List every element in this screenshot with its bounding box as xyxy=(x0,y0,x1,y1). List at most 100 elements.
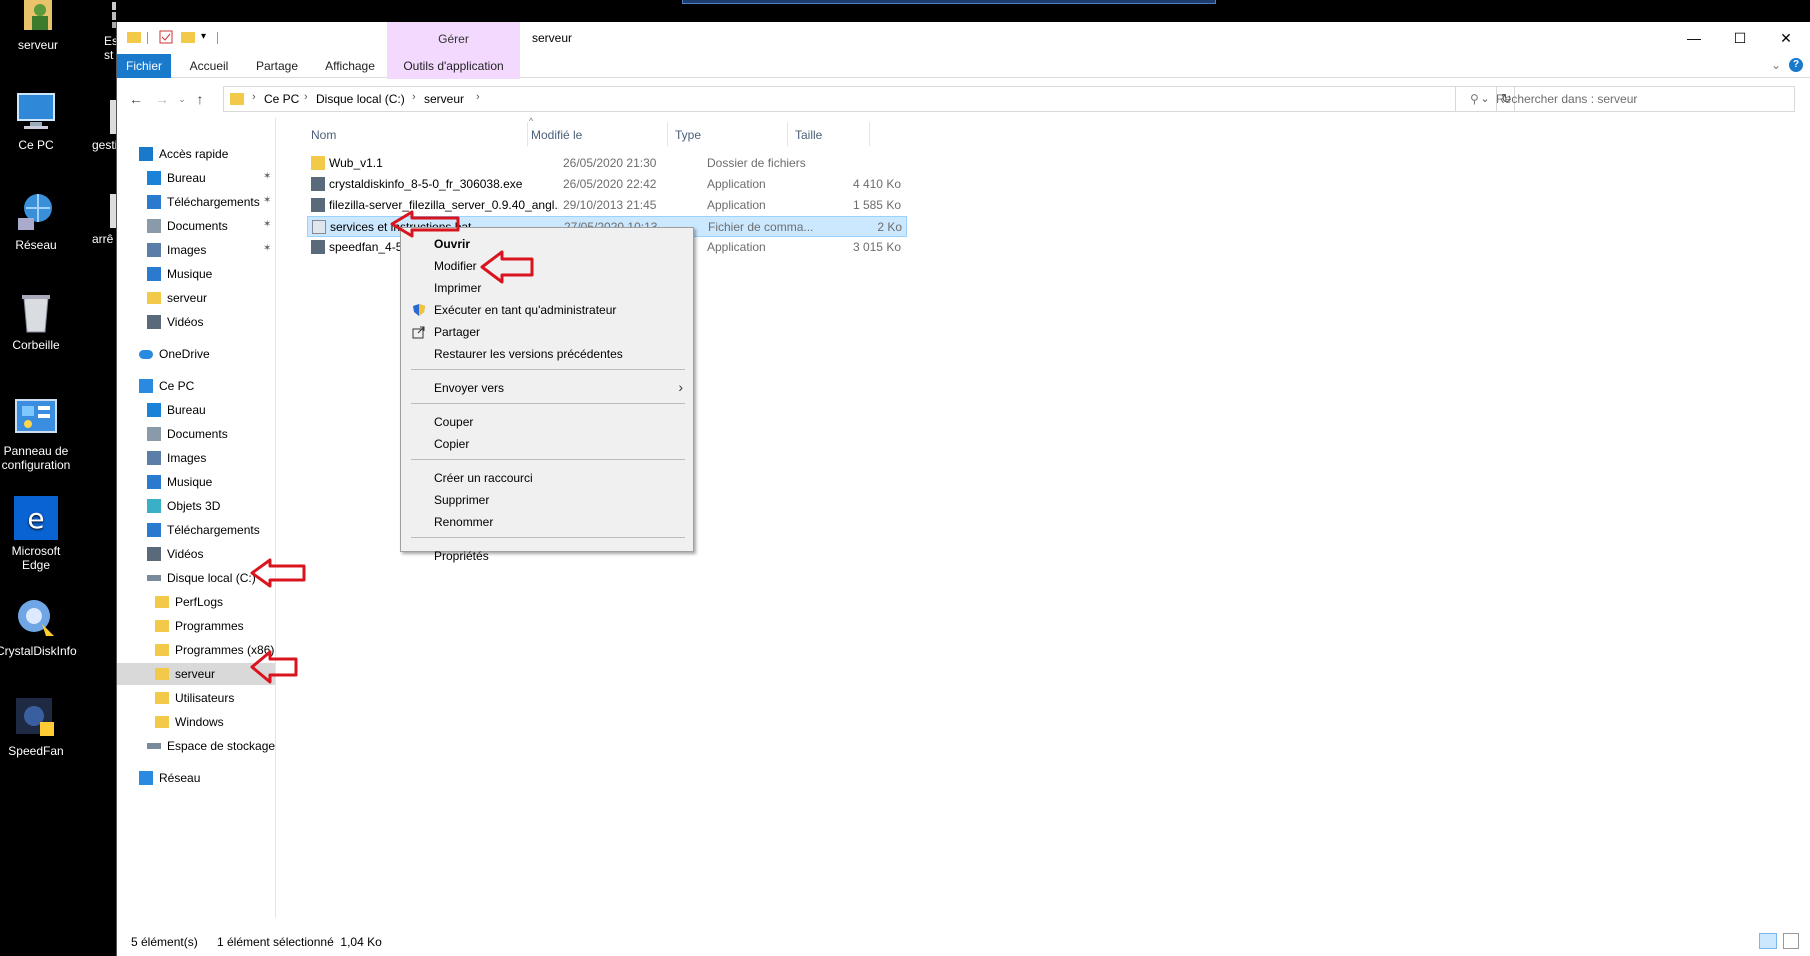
maximize-button[interactable]: ☐ xyxy=(1717,22,1763,54)
desktop-icon-speedfan[interactable]: SpeedFan xyxy=(0,696,76,758)
desktop-label: Corbeille xyxy=(12,338,60,352)
nav-item[interactable]: Windows xyxy=(117,711,275,733)
desktop-icon-crystaldiskinfo[interactable]: CrystalDiskInfo xyxy=(0,596,77,658)
title-bar: ▾ Gérer serveur — ☐ ✕ xyxy=(117,22,1810,79)
star-icon xyxy=(139,147,153,161)
context-menu-item[interactable]: Exécuter en tant qu'administrateur xyxy=(401,299,693,321)
videos-icon xyxy=(147,547,161,561)
column-header-taille[interactable]: Taille xyxy=(795,128,822,142)
help-icon[interactable]: ? xyxy=(1789,58,1803,72)
context-menu-item[interactable]: Couper xyxy=(401,411,693,433)
nav-item[interactable]: Utilisateurs xyxy=(117,687,275,709)
nav-item[interactable]: Vidéos xyxy=(117,311,275,333)
context-menu-item[interactable]: Renommer xyxy=(401,511,693,533)
up-button[interactable]: ↑ xyxy=(189,88,211,110)
desktop-icon-corbeille[interactable]: Corbeille xyxy=(0,290,76,352)
desktop-icon-partial-1[interactable]: Es st xyxy=(68,0,116,62)
nav-item[interactable]: Téléchargements ✶ xyxy=(117,191,275,213)
file-row[interactable]: Wub_v1.1 26/05/2020 21:30 Dossier de fichi… xyxy=(307,153,907,174)
nav-item[interactable]: Accès rapide xyxy=(117,143,275,165)
folder-icon xyxy=(127,30,141,44)
tab-outils-application[interactable]: Outils d'application xyxy=(387,54,520,78)
column-divider[interactable] xyxy=(667,122,668,146)
nav-item[interactable]: Espace de stockage xyxy=(117,735,275,757)
exe-icon xyxy=(311,198,325,212)
nav-item[interactable]: Documents ✶ xyxy=(117,215,275,237)
forward-button[interactable]: → xyxy=(151,88,173,110)
pane-divider[interactable] xyxy=(275,118,276,918)
desktop-icon-reseau[interactable]: Réseau xyxy=(0,190,76,252)
back-button[interactable]: ← xyxy=(125,88,147,110)
tab-affichage[interactable]: Affichage xyxy=(313,54,387,78)
nav-item[interactable]: Musique xyxy=(117,263,275,285)
context-menu-item[interactable]: Copier xyxy=(401,433,693,455)
user-folder-icon xyxy=(16,0,60,34)
nav-item-label: Bureau xyxy=(167,171,206,185)
nav-item[interactable]: Programmes xyxy=(117,615,275,637)
folder-icon xyxy=(155,716,169,728)
context-menu-item[interactable]: Créer un raccourci xyxy=(401,467,693,489)
tab-partage[interactable]: Partage xyxy=(245,54,309,78)
desktop-icon xyxy=(147,403,161,417)
context-menu-item[interactable]: Envoyer vers › xyxy=(401,377,693,399)
search-input[interactable]: ⚲ Rechercher dans : serveur xyxy=(1455,86,1795,112)
context-menu-label: Restaurer les versions précédentes xyxy=(434,347,623,361)
search-placeholder: Rechercher dans : serveur xyxy=(1496,92,1638,106)
nav-item[interactable]: Réseau xyxy=(117,767,275,789)
column-divider[interactable] xyxy=(869,122,870,146)
desktop-icon-serveur[interactable]: serveur xyxy=(0,0,78,52)
column-divider[interactable] xyxy=(527,122,528,146)
nav-item[interactable]: Bureau ✶ xyxy=(117,167,275,189)
manage-label: Gérer xyxy=(438,32,469,46)
context-menu-item[interactable]: Propriétés xyxy=(401,545,693,567)
context-menu-item[interactable]: Supprimer xyxy=(401,489,693,511)
tab-accueil[interactable]: Accueil xyxy=(177,54,241,78)
column-header-modifie[interactable]: Modifié le xyxy=(531,128,582,142)
desktop-icon-edge[interactable]: e Microsoft Edge xyxy=(0,496,76,572)
nav-item[interactable]: serveur xyxy=(117,287,275,309)
tab-fichier[interactable]: Fichier xyxy=(117,54,171,78)
nav-item[interactable]: Objets 3D xyxy=(117,495,275,517)
nav-item[interactable]: Documents xyxy=(117,423,275,445)
chevron-down-icon[interactable]: ▾ xyxy=(201,30,215,44)
address-box[interactable]: › Ce PC › Disque local (C:) › serveur › … xyxy=(223,86,1515,112)
new-folder-icon[interactable] xyxy=(181,30,195,44)
ribbon-tabs: Fichier Accueil Partage Affichage Outils… xyxy=(117,54,1810,78)
context-menu-item[interactable]: Restaurer les versions précédentes xyxy=(401,343,693,365)
desktop-icon-partial-3[interactable]: arrê xyxy=(68,194,116,246)
breadcrumb-ce-pc[interactable]: Ce PC xyxy=(264,92,299,106)
properties-icon[interactable] xyxy=(159,30,173,44)
context-menu: Ouvrir Modifier Imprimer Exécuter en tant q… xyxy=(400,227,694,563)
nav-item[interactable]: Téléchargements xyxy=(117,519,275,541)
minimize-button[interactable]: — xyxy=(1671,22,1717,54)
large-icons-view-icon[interactable] xyxy=(1783,933,1799,949)
column-divider[interactable] xyxy=(787,122,788,146)
details-view-icon[interactable] xyxy=(1759,933,1777,949)
desktop-icon-partial-2[interactable]: gesti xyxy=(68,100,116,152)
nav-item[interactable]: Ce PC xyxy=(117,375,275,397)
breadcrumb-serveur[interactable]: serveur xyxy=(424,92,464,106)
pin-icon: ✶ xyxy=(263,195,272,206)
context-menu-item[interactable]: Imprimer xyxy=(401,277,693,299)
nav-item-label: Documents xyxy=(167,219,228,233)
file-row[interactable]: crystaldiskinfo_8-5-0_fr_306038.exe 26/05… xyxy=(307,174,907,195)
desktop-icon-panneau[interactable]: Panneau de configuration xyxy=(0,396,76,472)
nav-item[interactable]: Images ✶ xyxy=(117,239,275,261)
desktop-icon-ce-pc[interactable]: Ce PC xyxy=(0,90,76,152)
nav-item[interactable]: Musique xyxy=(117,471,275,493)
ribbon-expand-icon[interactable]: ⌄ xyxy=(1771,58,1781,72)
documents-icon xyxy=(147,427,161,441)
breadcrumb-disque-local[interactable]: Disque local (C:) xyxy=(316,92,405,106)
close-button[interactable]: ✕ xyxy=(1763,22,1809,54)
nav-item[interactable]: Images xyxy=(117,447,275,469)
column-header-nom[interactable]: Nom xyxy=(311,128,336,142)
exe-icon xyxy=(311,240,325,254)
nav-item[interactable]: OneDrive xyxy=(117,343,275,365)
context-menu-item[interactable]: Partager xyxy=(401,321,693,343)
status-bar: 5 élément(s) 1 élément sélectionné 1,04 … xyxy=(117,926,1810,956)
nav-item[interactable]: PerfLogs xyxy=(117,591,275,613)
column-header-type[interactable]: Type xyxy=(675,128,701,142)
context-menu-item[interactable]: Modifier xyxy=(401,255,693,277)
nav-item[interactable]: Bureau xyxy=(117,399,275,421)
pc-icon xyxy=(139,379,153,393)
